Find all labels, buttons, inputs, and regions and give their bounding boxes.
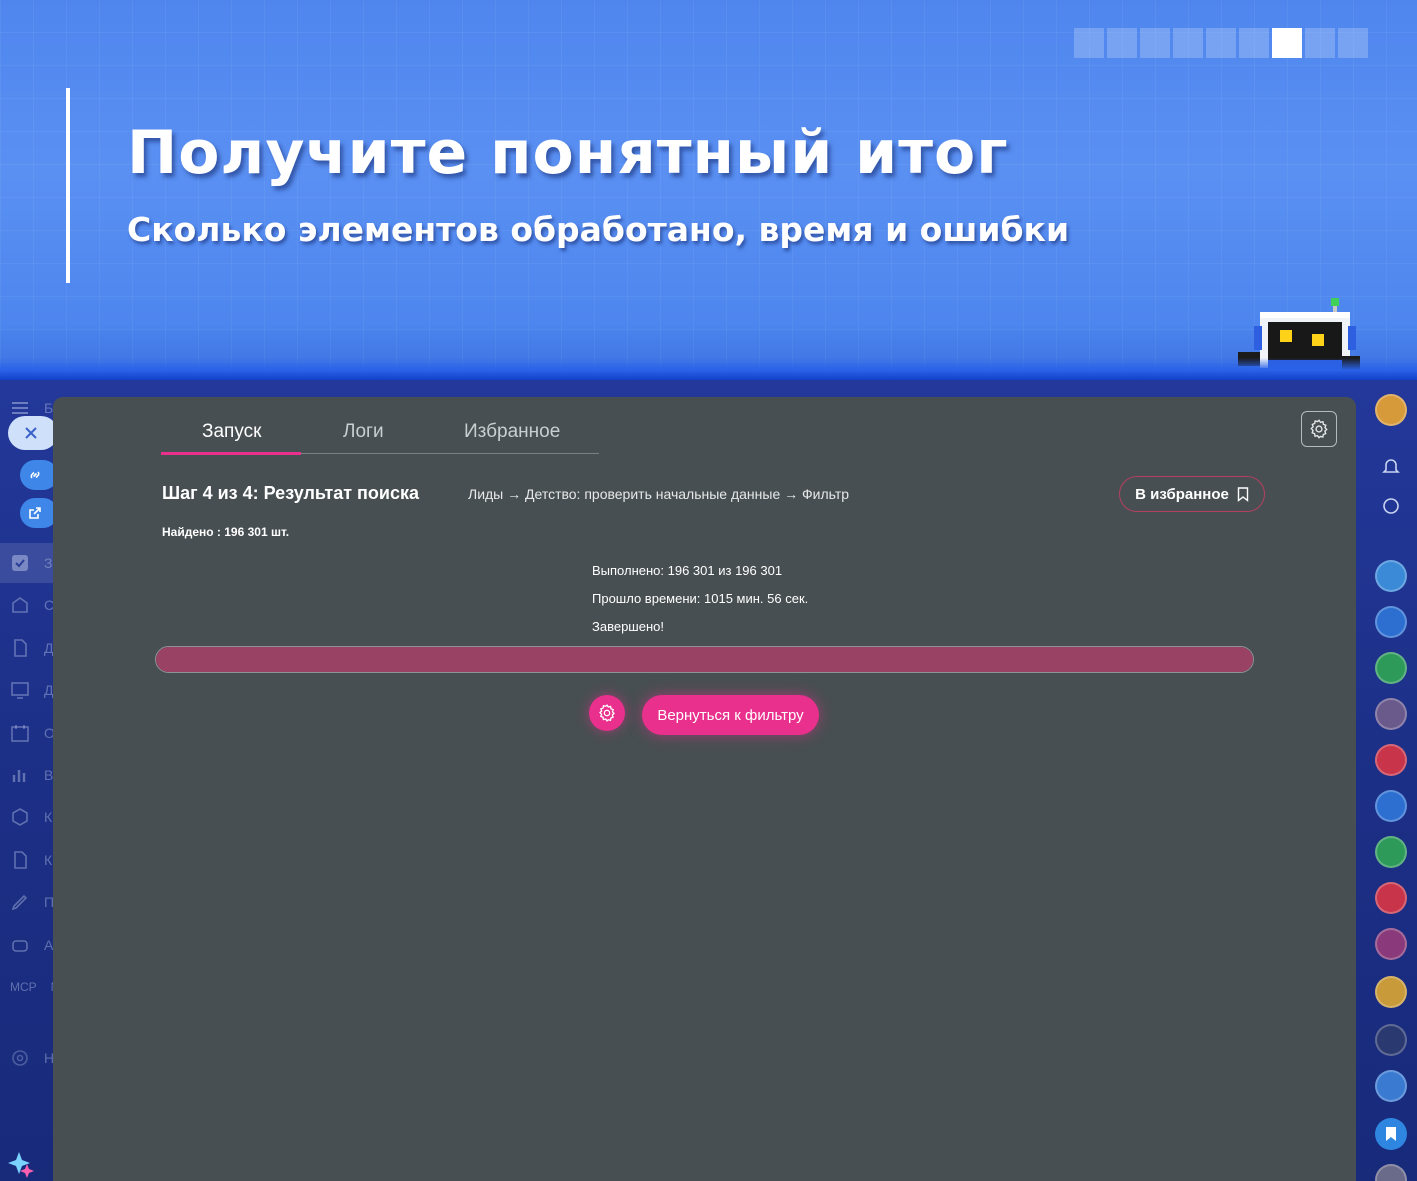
bell-icon <box>1382 459 1400 473</box>
slide-dot <box>1305 28 1335 58</box>
checkbox-icon <box>12 555 28 571</box>
user-avatar[interactable] <box>1375 394 1407 426</box>
return-to-filter-button[interactable]: Вернуться к фильтру <box>642 695 819 735</box>
support-chat-button[interactable] <box>1375 490 1407 522</box>
slide-dot <box>1206 28 1236 58</box>
slide-dot <box>1239 28 1269 58</box>
completion-status: Завершено! <box>592 619 664 634</box>
pen-icon <box>11 894 28 911</box>
favorite-label: В избранное <box>1135 485 1229 503</box>
progress-bar <box>155 646 1254 673</box>
sidebar-label: Б <box>44 400 54 416</box>
slide-dot-active <box>1272 28 1302 58</box>
found-count: Найдено : 196 301 шт. <box>162 525 290 539</box>
right-sidebar <box>1356 380 1417 1181</box>
done-count: Выполнено: 196 301 из 196 301 <box>592 563 783 578</box>
add-to-favorites-button[interactable]: В избранное <box>1119 476 1265 512</box>
slide-dot <box>1140 28 1170 58</box>
bookmark-icon <box>1386 1127 1396 1141</box>
sidebar-label: К <box>44 852 53 868</box>
contact-avatar[interactable] <box>1375 698 1407 730</box>
sidebar-item-10[interactable]: А <box>10 933 58 957</box>
gear-icon <box>12 1050 28 1066</box>
sidebar-label: В <box>44 767 54 783</box>
close-icon <box>25 427 37 439</box>
contact-avatar[interactable] <box>1375 1024 1407 1056</box>
contact-avatar[interactable] <box>1375 836 1407 868</box>
sidebar-label: З <box>44 555 53 571</box>
sidebar-item-mcp[interactable]: MCP М <box>10 975 61 999</box>
banner-title: Получите понятный итог <box>127 118 1009 188</box>
slide-dot <box>1107 28 1137 58</box>
dashboard-icon <box>11 682 29 699</box>
settings-button[interactable] <box>1301 411 1337 447</box>
contact-avatar[interactable] <box>1375 606 1407 638</box>
calendar-icon <box>11 725 29 742</box>
sidebar-item-9[interactable]: П <box>10 890 58 914</box>
close-floating-button[interactable] <box>8 416 58 450</box>
sidebar-item-3[interactable]: Д <box>10 636 58 660</box>
slide-dot <box>1338 28 1368 58</box>
contact-avatar[interactable] <box>1375 790 1407 822</box>
gear-icon <box>599 704 615 722</box>
contact-avatar[interactable] <box>1375 976 1407 1008</box>
notifications-button[interactable] <box>1375 450 1407 482</box>
step-title: Шаг 4 из 4: Результат поиска <box>162 483 419 503</box>
sidebar-label: А <box>44 937 54 953</box>
bar-chart-icon <box>12 770 26 782</box>
mcp-icon: MCP <box>10 980 37 994</box>
sidebar-item-2[interactable]: С <box>10 593 58 617</box>
link-icon <box>30 471 40 479</box>
slide-indicator <box>1074 28 1368 58</box>
progress-fill <box>156 647 1253 672</box>
banner-subtitle: Сколько элементов обработано, время и ош… <box>127 210 1070 249</box>
contact-avatar[interactable] <box>1375 652 1407 684</box>
edit-document-icon <box>14 851 27 869</box>
contact-avatar[interactable] <box>1375 882 1407 914</box>
tab-favorites[interactable]: Избранное <box>464 421 560 443</box>
contact-avatar[interactable] <box>1375 1070 1407 1102</box>
robot-icon <box>12 940 28 952</box>
document-icon <box>14 639 27 657</box>
tab-launch[interactable]: Запуск <box>202 421 261 443</box>
slide-dot <box>1074 28 1104 58</box>
sidebar-item-5[interactable]: О <box>10 721 58 745</box>
bookmark-icon <box>1237 486 1249 502</box>
slide-dot <box>1173 28 1203 58</box>
contact-avatar[interactable] <box>1375 744 1407 776</box>
banner-glow <box>0 358 1417 380</box>
main-panel: Запуск Логи Избранное Шаг 4 из 4: Резуль… <box>53 397 1356 1181</box>
contact-avatar[interactable] <box>1375 1164 1407 1181</box>
sidebar-item-tasks[interactable]: З <box>10 551 58 575</box>
sidebar-item-8[interactable]: К <box>10 848 58 872</box>
options-button[interactable] <box>589 695 625 731</box>
storage-icon <box>12 597 28 613</box>
sidebar-item-7[interactable]: К <box>10 805 58 829</box>
active-tab-indicator <box>161 452 301 455</box>
ai-sparkle-icon[interactable] <box>5 1150 35 1178</box>
banner-accent-line <box>66 88 70 283</box>
tab-bar: Запуск Логи Избранное <box>161 409 599 455</box>
promo-banner: Получите понятный итог Сколько элементов… <box>0 0 1417 380</box>
menu-icon <box>12 402 28 414</box>
sidebar-item-settings[interactable]: Н <box>10 1046 58 1070</box>
sidebar-item-6[interactable]: В <box>10 763 58 787</box>
sidebar-item-4[interactable]: Д <box>10 678 58 702</box>
contact-avatar[interactable] <box>1375 928 1407 960</box>
chat-icon <box>1383 498 1399 514</box>
hexagon-icon <box>12 808 28 826</box>
tab-logs[interactable]: Логи <box>343 421 384 443</box>
external-link-icon <box>29 507 41 519</box>
bookmarks-button[interactable] <box>1375 1118 1407 1150</box>
gear-icon <box>1310 419 1328 439</box>
chats-icon[interactable] <box>1375 560 1407 592</box>
elapsed-time: Прошло времени: 1015 мин. 56 сек. <box>592 591 809 606</box>
breadcrumb: Лиды → Детство: проверить начальные данн… <box>468 486 850 502</box>
sidebar-label: К <box>44 809 53 825</box>
